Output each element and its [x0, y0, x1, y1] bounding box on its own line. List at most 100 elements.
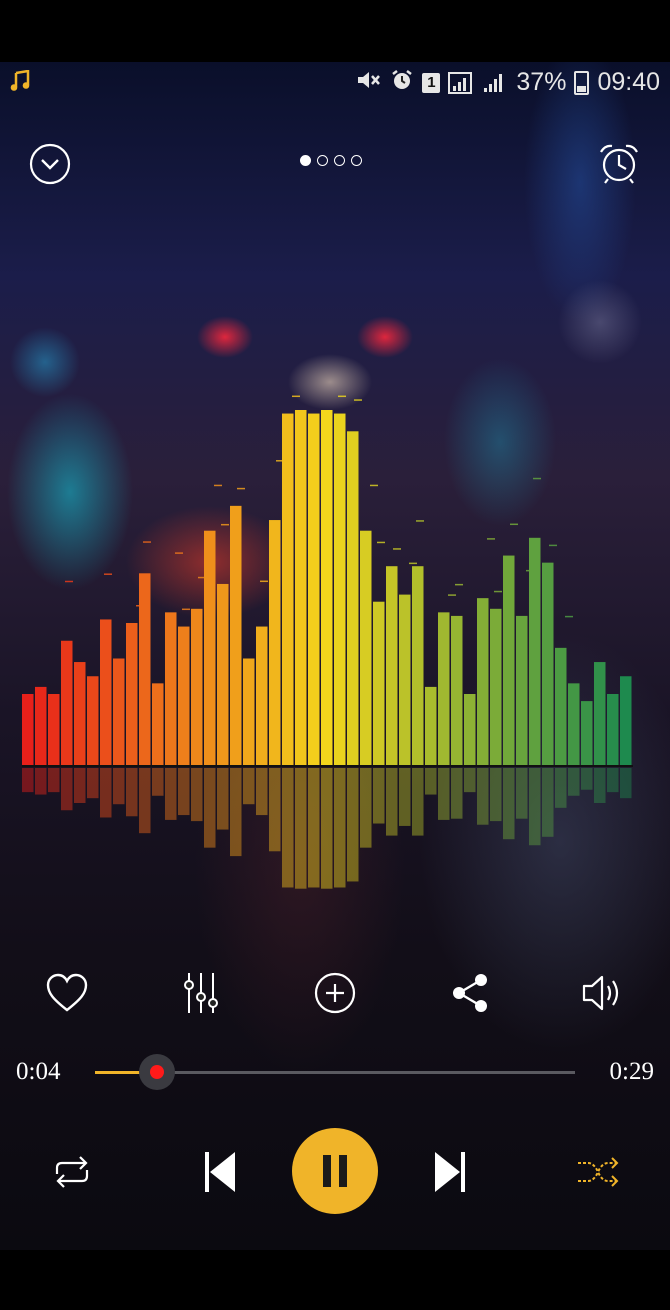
visualizer-bar	[204, 530, 216, 765]
visualizer-reflection	[126, 768, 138, 817]
visualizer-reflection	[373, 768, 385, 824]
visualizer-reflection	[581, 768, 593, 790]
visualizer-reflection	[204, 768, 216, 848]
visualizer-reflection	[243, 768, 255, 805]
status-bar: 1 37% 09:40	[0, 62, 670, 104]
visualizer-bar	[555, 647, 567, 765]
visualizer-reflection	[217, 768, 229, 830]
visualizer-bar	[607, 694, 619, 765]
visualizer-bar	[35, 686, 47, 765]
play-pause-button[interactable]	[292, 1128, 378, 1214]
equalizer-icon[interactable]	[180, 970, 222, 1016]
visualizer-reflection	[347, 768, 359, 882]
visualizer-peak	[237, 487, 245, 490]
visualizer-bar	[191, 608, 203, 765]
visualizer-peak	[494, 590, 502, 593]
visualizer-bar	[373, 601, 385, 765]
visualizer-peak	[354, 399, 362, 401]
visualizer-reflection	[152, 768, 164, 796]
visualizer-bar	[477, 598, 489, 765]
visualizer-peak	[260, 580, 268, 583]
visualizer-bar	[334, 413, 346, 765]
visualizer-reflection	[464, 768, 476, 793]
visualizer-peak	[393, 548, 401, 550]
visualizer-bar	[399, 594, 411, 765]
visualizer-reflection	[321, 768, 333, 889]
heart-icon[interactable]	[44, 970, 90, 1016]
skip-previous-icon[interactable]	[200, 1148, 240, 1196]
page-dot[interactable]	[317, 155, 328, 166]
visualizer-reflection	[113, 768, 125, 805]
visualizer-reflection	[425, 768, 437, 795]
visualizer-bar	[347, 431, 359, 765]
visualizer-bar	[74, 662, 86, 765]
visualizer-peak	[370, 484, 378, 487]
visualizer-peak	[214, 484, 222, 487]
alarm-icon	[390, 69, 414, 97]
visualizer-peak	[409, 562, 417, 565]
shuffle-icon[interactable]	[574, 1150, 622, 1194]
visualizer-bar	[295, 410, 307, 765]
audio-visualizer	[22, 395, 633, 889]
elapsed-time: 0:04	[16, 1058, 61, 1085]
visualizer-reflection	[256, 768, 268, 816]
total-time: 0:29	[609, 1058, 654, 1085]
visualizer-reflection	[191, 768, 203, 822]
visualizer-bar	[451, 615, 463, 765]
visualizer-reflection	[542, 768, 554, 837]
visualizer-reflection	[48, 768, 60, 793]
music-note-icon	[10, 69, 30, 98]
visualizer-peak	[549, 544, 557, 547]
visualizer-bar	[321, 410, 333, 765]
visualizer-bar	[48, 694, 60, 765]
visualizer-peak	[533, 477, 541, 480]
visualizer-reflection	[516, 768, 528, 819]
visualizer-reflection	[178, 768, 190, 816]
visualizer-bar	[386, 566, 398, 765]
visualizer-reflection	[35, 768, 47, 795]
page-dot[interactable]	[334, 155, 345, 166]
visualizer-reflection	[308, 768, 320, 888]
visualizer-peak	[416, 520, 424, 522]
page-dot[interactable]	[300, 155, 311, 166]
plus-circle-icon[interactable]	[313, 970, 357, 1016]
visualizer-reflection	[594, 768, 606, 804]
visualizer-bar	[269, 520, 281, 765]
visualizer-reflection	[22, 768, 34, 793]
visualizer-reflection	[568, 768, 580, 796]
visualizer-reflection	[529, 768, 541, 846]
visualizer-peak	[510, 523, 518, 526]
visualizer-bar	[360, 530, 372, 765]
visualizer-peak	[221, 523, 229, 526]
visualizer-reflection	[490, 768, 502, 822]
visualizer-bar	[490, 608, 502, 765]
page-dot[interactable]	[351, 155, 362, 166]
visualizer-reflection	[607, 768, 619, 793]
sim-icon: 1	[422, 72, 441, 93]
visualizer-bar	[61, 640, 73, 765]
visualizer-reflection	[282, 768, 294, 888]
visualizer-bar	[113, 658, 125, 765]
clock: 09:40	[597, 68, 660, 96]
visualizer-reflection	[412, 768, 424, 836]
visualizer-bar	[100, 619, 112, 765]
visualizer-peak	[65, 580, 73, 583]
visualizer-peak	[143, 541, 151, 543]
visualizer-bar	[529, 537, 541, 765]
visualizer-bar	[126, 623, 138, 765]
visualizer-reflection	[334, 768, 346, 888]
share-icon[interactable]	[448, 970, 492, 1016]
visualizer-bar	[516, 615, 528, 765]
alarm-clock-icon[interactable]	[596, 140, 642, 186]
visualizer-reflection	[61, 768, 73, 811]
seek-bar[interactable]	[95, 1054, 575, 1090]
repeat-icon[interactable]	[48, 1150, 96, 1194]
visualizer-reflection	[438, 768, 450, 820]
battery-icon	[574, 70, 590, 95]
visualizer-bar	[542, 562, 554, 765]
skip-next-icon[interactable]	[430, 1148, 470, 1196]
visualizer-reflection	[295, 768, 307, 889]
chevron-down-circle-icon[interactable]	[28, 142, 72, 186]
volume-icon[interactable]	[580, 970, 626, 1016]
visualizer-bar	[217, 583, 229, 765]
